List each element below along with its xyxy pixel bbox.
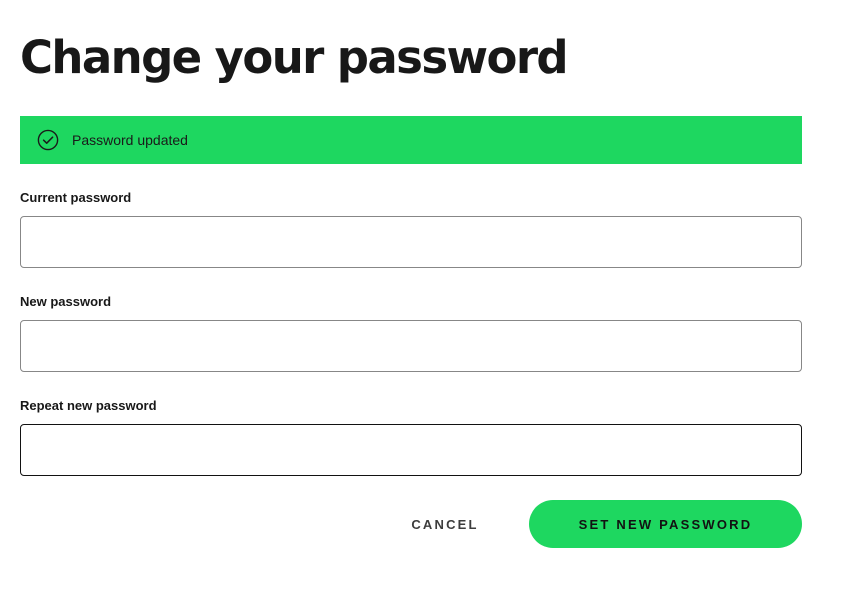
current-password-input[interactable] xyxy=(20,216,802,268)
banner-message: Password updated xyxy=(72,132,188,148)
repeat-password-label: Repeat new password xyxy=(20,398,157,413)
set-new-password-button[interactable]: SET NEW PASSWORD xyxy=(529,500,802,548)
success-banner: Password updated xyxy=(20,116,802,164)
cancel-button[interactable]: CANCEL xyxy=(392,500,498,548)
check-circle-icon xyxy=(37,129,59,151)
current-password-label: Current password xyxy=(20,190,132,205)
page-title: Change your password xyxy=(20,31,569,84)
repeat-password-input[interactable] xyxy=(20,424,802,476)
new-password-input[interactable] xyxy=(20,320,802,372)
new-password-label: New password xyxy=(20,294,112,309)
